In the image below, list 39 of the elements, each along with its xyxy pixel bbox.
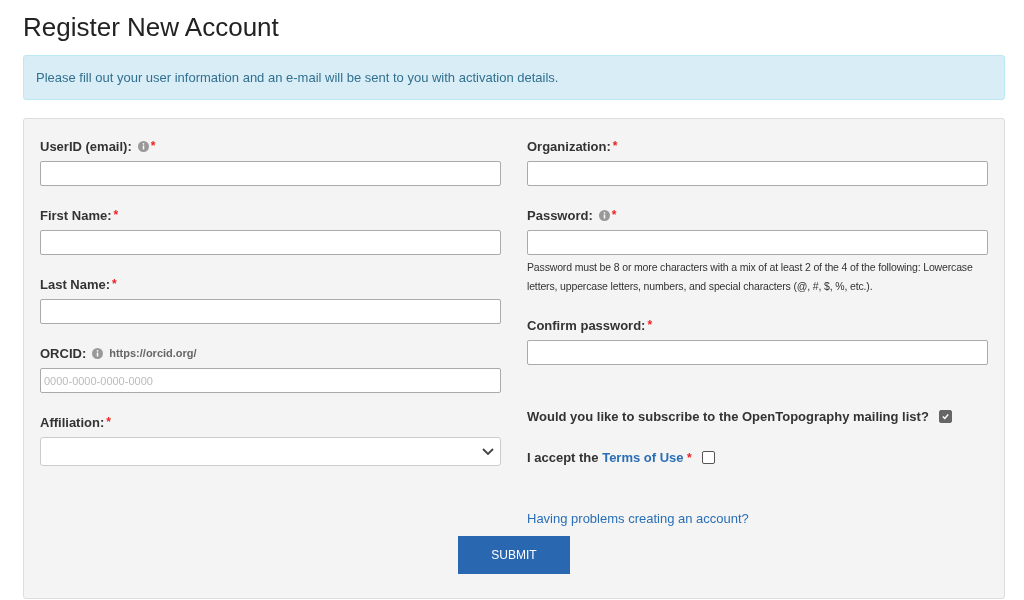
required-mark: * xyxy=(611,208,617,222)
input-field[interactable] xyxy=(527,161,988,186)
input-field[interactable] xyxy=(40,299,501,324)
input-field[interactable] xyxy=(40,161,501,186)
info-icon[interactable] xyxy=(137,140,149,152)
field-label: UserID (email): xyxy=(40,138,132,154)
dropdown-field[interactable] xyxy=(40,437,501,466)
field-label: Confirm password: xyxy=(527,317,646,333)
check-icon xyxy=(940,412,950,421)
required-mark: * xyxy=(112,277,117,291)
field-label: Affiliation: xyxy=(40,414,105,430)
field-label: ORCID: xyxy=(40,345,87,361)
chevron-down-icon xyxy=(482,447,494,456)
input-field[interactable] xyxy=(527,340,988,365)
info-icon[interactable] xyxy=(598,209,610,221)
required-mark: * xyxy=(612,139,618,153)
required-mark: * xyxy=(647,318,653,332)
checkbox[interactable] xyxy=(938,410,952,423)
info-notice: Please fill out your user information and an e-mail will be sent to you with activation details. xyxy=(23,55,1005,100)
field-label: Last Name: xyxy=(40,276,111,292)
required-mark: * xyxy=(113,208,119,222)
required-mark: * xyxy=(106,415,111,429)
checkbox-label: I accept the Terms of Use * xyxy=(527,450,692,465)
field-label: First Name: xyxy=(40,207,112,223)
input-field[interactable] xyxy=(527,230,988,255)
checkbox-label: Would you like to subscribe to the OpenTopography mailing list? xyxy=(527,409,929,424)
submit-button[interactable]: SUBMIT xyxy=(458,536,570,574)
help-link[interactable]: Having problems creating an account? xyxy=(527,511,749,526)
required-mark: * xyxy=(150,139,156,153)
info-icon[interactable] xyxy=(92,347,104,359)
field-label: Password: xyxy=(527,207,593,223)
input-field[interactable]: 0000-0000-0000-0000 xyxy=(40,368,501,393)
page-title: Register New Account xyxy=(23,12,280,43)
checkbox[interactable] xyxy=(701,451,715,464)
field-label: Organization: xyxy=(527,138,611,154)
help-text: Password must be 8 or more characters with a mix of at least 2 of the 4 of the following: Lowercase letters, uppercase letters, numbers, and special characters (@, #, $, %, etc.). xyxy=(527,260,974,294)
input-field[interactable] xyxy=(40,230,501,255)
terms-link[interactable]: Terms of Use xyxy=(602,450,684,465)
url-hint: https://orcid.org/ xyxy=(109,347,197,359)
